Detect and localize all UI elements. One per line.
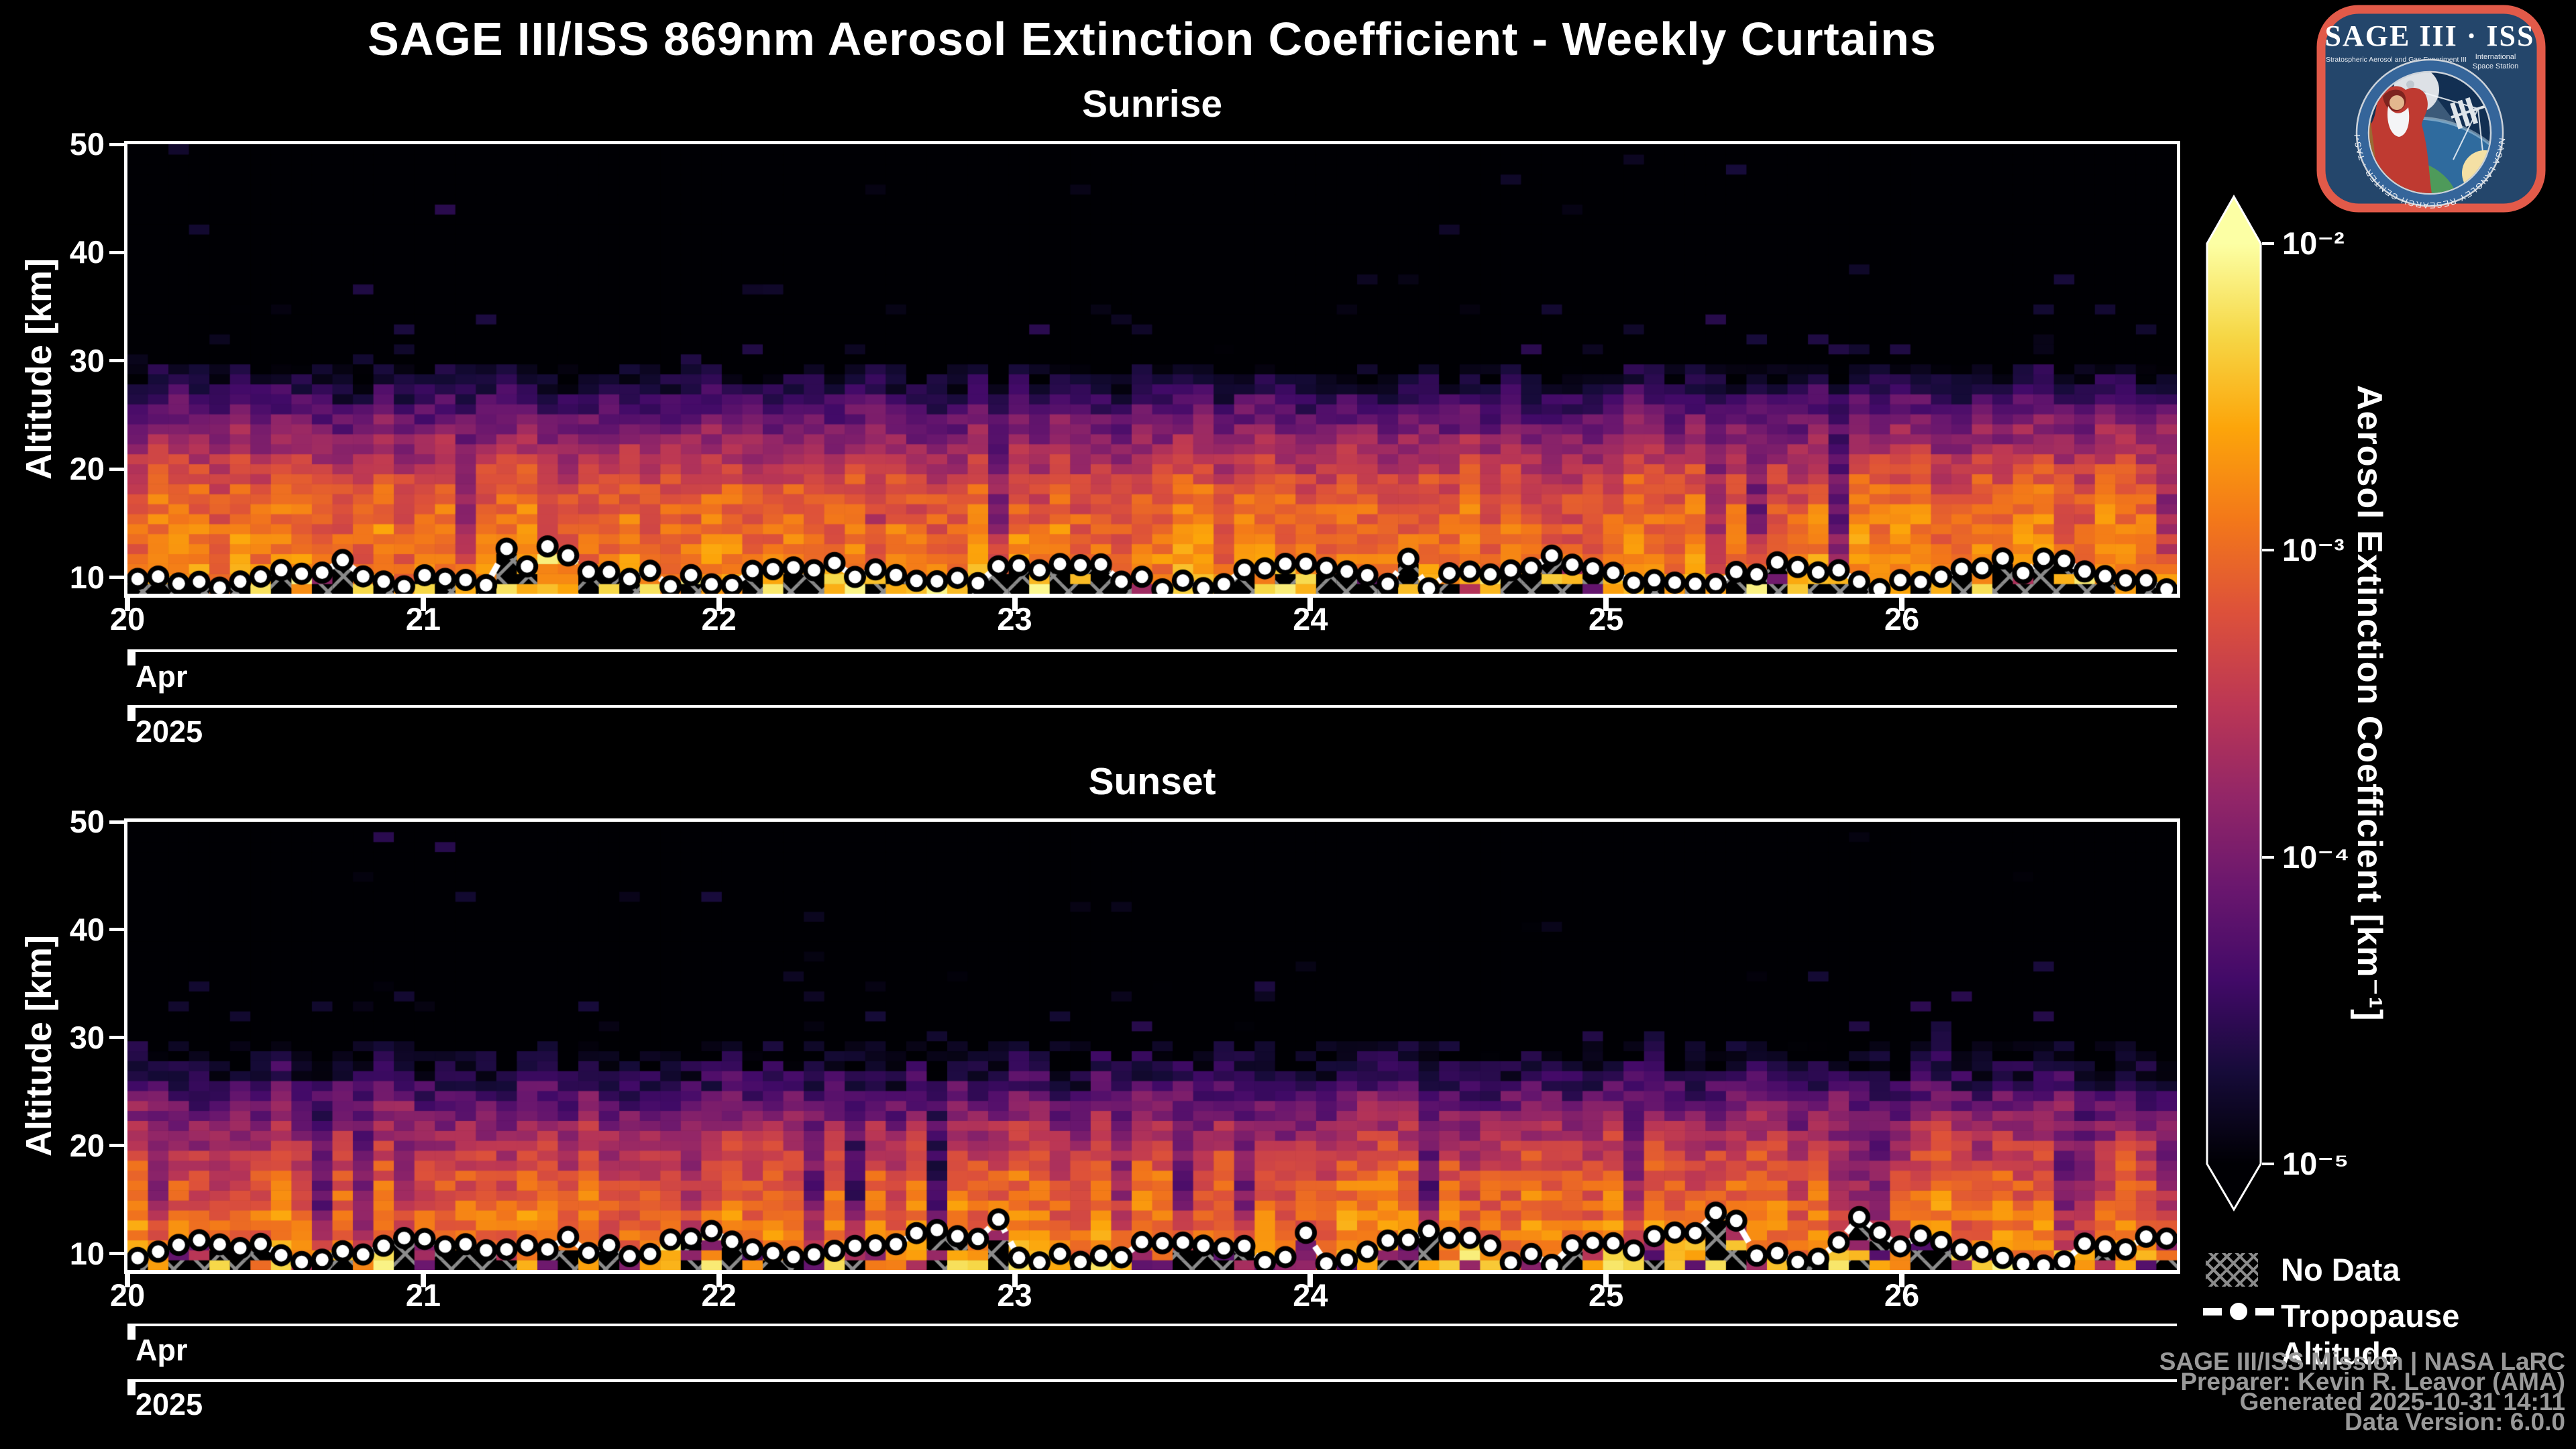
colorbar — [2206, 194, 2262, 1212]
colorbar-axis-label: Aerosol Extinction Coefficient [km⁻¹] — [2350, 384, 2389, 1022]
x-tick-label: 23 — [997, 1277, 1032, 1313]
sunset-heatmap-canvas — [127, 822, 2177, 1270]
date-level-line — [127, 649, 2177, 652]
y-tick-label: 20 — [69, 451, 105, 487]
x-tick-label: 26 — [1884, 1277, 1920, 1313]
plot-left-spine — [124, 141, 127, 598]
y-tick — [109, 467, 124, 471]
y-tick-label: 30 — [69, 342, 105, 378]
y-tick-label: 40 — [69, 911, 105, 947]
y-tick — [109, 820, 124, 824]
mission-logo: SAGE III · ISS Stratospheric Aerosol and… — [2316, 4, 2546, 213]
date-level-tick — [127, 649, 136, 665]
month-label-sunset: Apr — [136, 1333, 188, 1367]
legend-tropopause-label: Tropopause Altitude — [2281, 1298, 2460, 1371]
date-level-tick — [127, 1379, 136, 1395]
logo-title: SAGE III · ISS — [2325, 19, 2535, 52]
year-label-sunset: 2025 — [136, 1387, 203, 1421]
x-tick-label: 25 — [1589, 1277, 1624, 1313]
logo-iss-line1: International — [2475, 53, 2516, 61]
colorbar-tick — [2262, 855, 2274, 859]
logo-iss-line2: Space Station — [2473, 62, 2519, 70]
plot-bottom-spine — [124, 594, 2180, 598]
x-tick-label: 24 — [1293, 601, 1328, 637]
x-tick-label: 26 — [1884, 601, 1920, 637]
colorbar-tick — [2262, 242, 2274, 245]
x-tick-label: 20 — [109, 1277, 146, 1313]
plot-top-spine — [124, 818, 2180, 822]
y-tick — [109, 1036, 124, 1040]
y-tick — [109, 1144, 124, 1148]
y-tick — [109, 928, 124, 932]
panel-title-sunrise: Sunrise — [1081, 83, 1223, 125]
y-tick-label: 50 — [69, 804, 105, 839]
y-tick-label: 40 — [69, 234, 105, 270]
y-tick-label: 50 — [69, 126, 105, 162]
x-tick-label: 23 — [997, 601, 1032, 637]
y-tick-label: 20 — [69, 1127, 105, 1163]
plot-bottom-spine — [124, 1270, 2180, 1274]
year-label-sunrise: 2025 — [136, 714, 203, 749]
x-tick-label: 22 — [701, 1277, 737, 1313]
sunrise-heatmap-canvas — [127, 144, 2177, 594]
tropopause-marker-icon — [2203, 1299, 2274, 1324]
x-tick-label: 21 — [405, 601, 441, 637]
page-title: SAGE III/ISS 869nm Aerosol Extinction Co… — [368, 13, 1937, 65]
footer-data-version: Data Version: 6.0.0 — [2344, 1408, 2565, 1436]
date-level-tick — [127, 1324, 136, 1340]
x-tick-label: 25 — [1589, 601, 1624, 637]
y-tick-label: 10 — [69, 1235, 105, 1271]
y-tick-label: 10 — [69, 559, 105, 595]
date-level-tick — [127, 705, 136, 721]
y-tick — [109, 142, 124, 146]
date-level-line — [127, 1324, 2177, 1326]
x-tick-label: 24 — [1293, 1277, 1328, 1313]
y-tick — [109, 250, 124, 254]
month-label-sunrise: Apr — [136, 659, 188, 694]
y-tick-label: 30 — [69, 1019, 105, 1055]
no-data-hatch-icon — [2206, 1253, 2258, 1287]
plot-left-spine — [124, 818, 127, 1274]
colorbar-tick — [2262, 1163, 2274, 1165]
plot-top-spine — [124, 141, 2180, 144]
panel-title-sunset: Sunset — [1088, 760, 1216, 803]
colorbar-gradient — [2206, 194, 2262, 1212]
plot-right-spine — [2177, 818, 2180, 1274]
colorbar-tick — [2262, 549, 2274, 552]
y-tick — [109, 359, 124, 363]
y-tick — [109, 1252, 124, 1256]
date-level-line — [127, 1379, 2177, 1382]
date-level-line — [127, 705, 2177, 708]
plot-right-spine — [2177, 141, 2180, 598]
y-tick — [109, 576, 124, 580]
legend-no-data-label: No Data — [2281, 1252, 2400, 1287]
x-tick-label: 22 — [701, 601, 737, 637]
x-tick-label: 20 — [109, 601, 146, 637]
x-tick-label: 21 — [405, 1277, 441, 1313]
sage-weekly-curtains-figure: { "title": "SAGE III/ISS 869nm Aerosol E… — [0, 0, 2576, 1449]
